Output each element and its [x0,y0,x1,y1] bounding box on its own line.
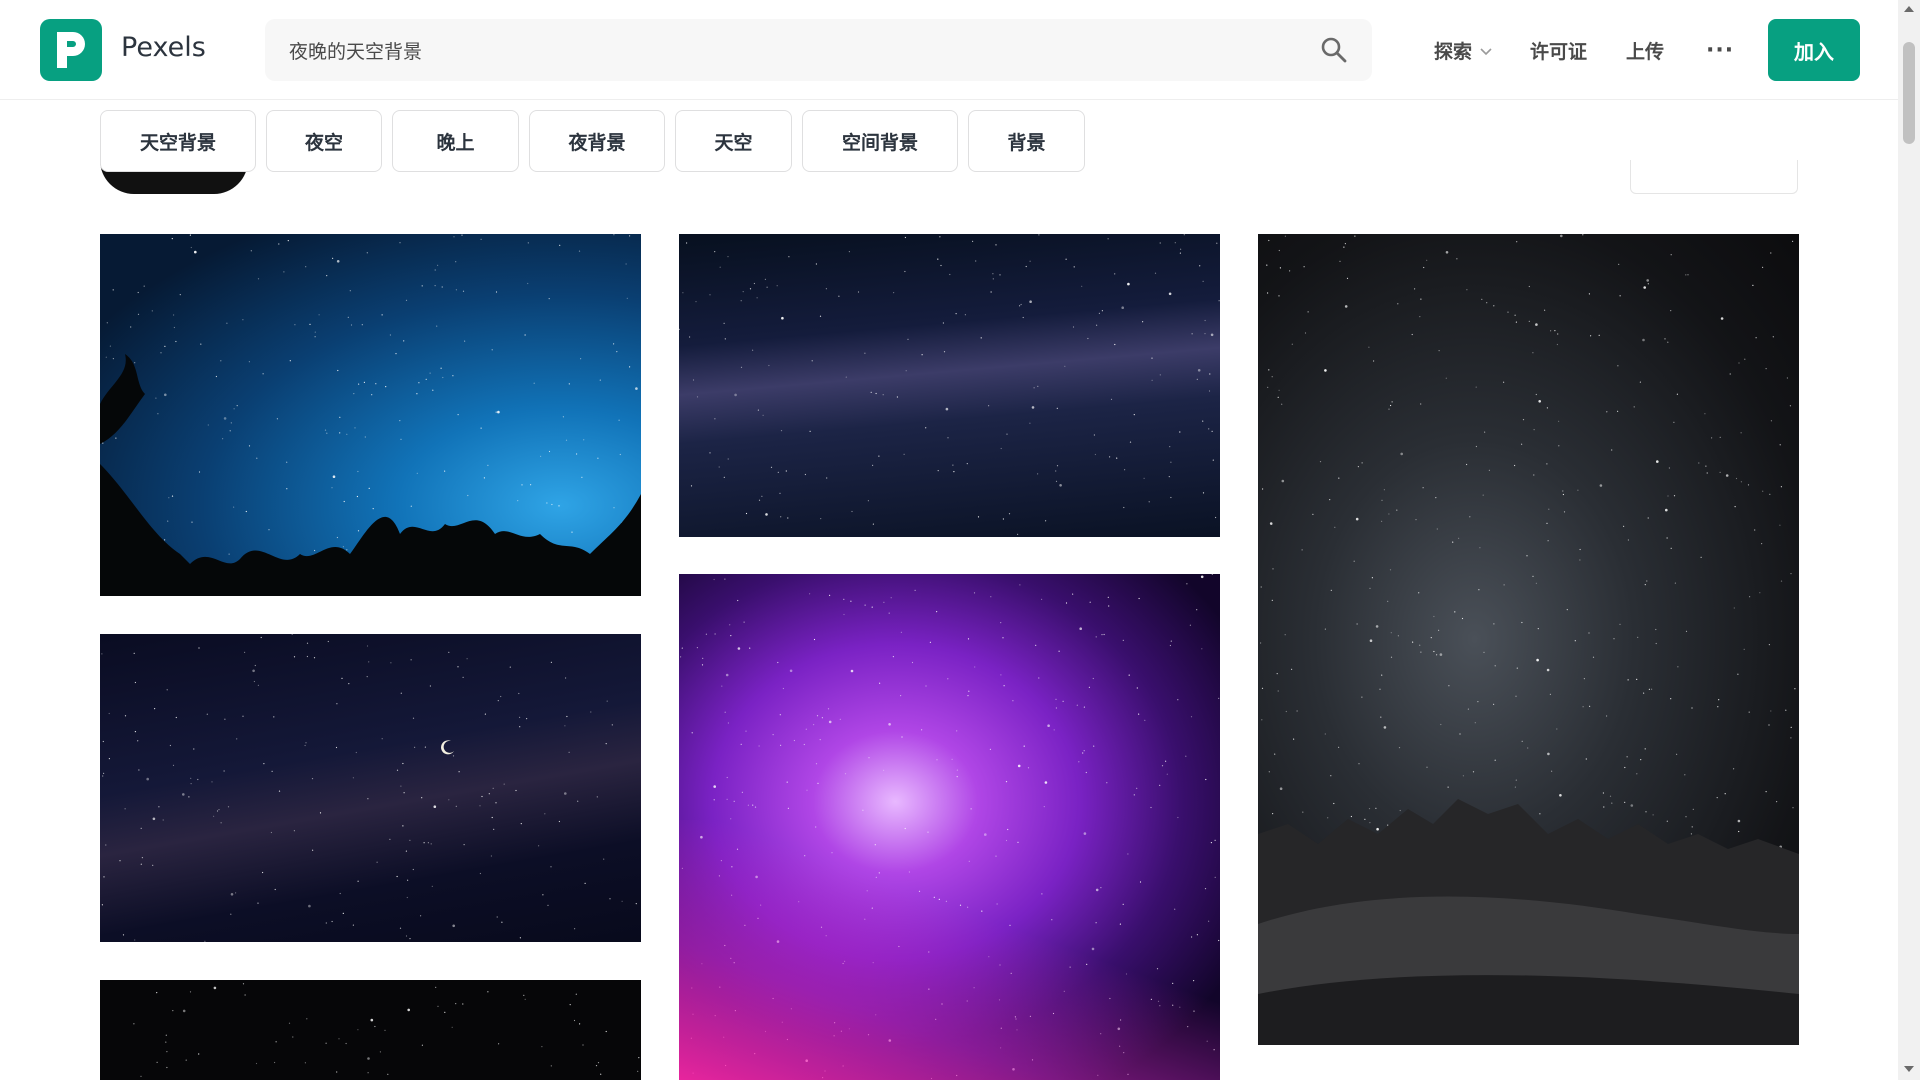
nav-license[interactable]: 许可证 [1530,0,1587,100]
tag-chip[interactable]: 晚上 [392,110,519,172]
tag-chip[interactable]: 夜背景 [529,110,665,172]
scroll-up-arrow-icon[interactable] [1904,6,1914,12]
stars-overlay [133,983,640,1077]
nav-upload[interactable]: 上传 [1626,0,1664,100]
page-scrollbar[interactable] [1898,0,1920,1080]
join-button[interactable]: 加入 [1768,19,1860,81]
chevron-down-icon [1480,39,1492,61]
tag-chip[interactable]: 天空背景 [100,110,256,172]
filter-dropdown-partial[interactable] [1630,160,1798,194]
stars-overlay [679,234,1220,535]
photo-starry-sky-with-trees[interactable] [100,234,641,596]
tag-chip[interactable]: 夜空 [266,110,382,172]
stars-overlay [101,634,637,942]
brand-name[interactable]: Pexels [121,32,206,63]
mountain-silhouette [1258,799,1799,1045]
photo-dark-starry-sky[interactable] [100,980,641,1080]
moon-icon [441,740,454,755]
photo-milky-way-band[interactable] [679,234,1220,537]
pexels-logo-icon[interactable] [40,19,102,81]
tag-chip[interactable]: 背景 [968,110,1085,172]
photo-moon-and-milky-way[interactable] [100,634,641,942]
more-options-icon[interactable]: ··· [1706,0,1734,100]
photo-purple-milky-way[interactable] [679,574,1220,1080]
scroll-down-arrow-icon[interactable] [1904,1066,1914,1072]
search-icon[interactable] [1320,36,1348,64]
nav-explore-label: 探索 [1434,40,1473,63]
tag-chip[interactable]: 空间背景 [802,110,958,172]
top-navigation-bar: Pexels 探索 许可证 上传 ··· 加入 [0,0,1898,100]
search-input[interactable] [289,19,1289,81]
photo-night-sky-over-mountains[interactable] [1258,234,1799,1045]
tree-silhouette [100,354,641,596]
stars-overlay [680,574,1220,1080]
search-bar[interactable] [265,19,1372,81]
nav-explore[interactable]: 探索 [1434,0,1492,100]
related-tags-bar: 天空背景 夜空 晚上 夜背景 天空 空间背景 背景 [100,110,1095,172]
tag-chip[interactable]: 天空 [675,110,792,172]
scrollbar-thumb[interactable] [1903,42,1915,144]
